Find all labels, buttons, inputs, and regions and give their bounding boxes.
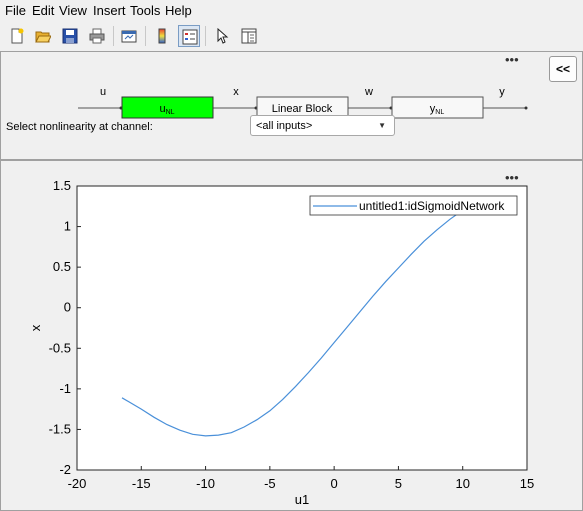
y-tick-label: -1 [59, 381, 71, 396]
x-tick-label: 0 [331, 476, 338, 491]
y-tick-label: 1.5 [53, 178, 71, 193]
x-tick-label: -10 [196, 476, 215, 491]
x-tick-label: -15 [132, 476, 151, 491]
y-axis-label: x [28, 324, 43, 331]
y-tick-label: -2 [59, 462, 71, 477]
y-tick-label: 0 [64, 300, 71, 315]
x-tick-label: 5 [395, 476, 402, 491]
legend-label: untitled1:idSigmoidNetwork [359, 199, 505, 213]
x-tick-label: 10 [455, 476, 469, 491]
x-tick-label: -20 [68, 476, 87, 491]
y-axis-ticks: 1.5 1 0.5 0 -0.5 -1 -1.5 -2 [49, 178, 81, 477]
plot-axes-box [76, 185, 528, 471]
x-axis-label: u1 [295, 492, 309, 507]
y-tick-label: -0.5 [49, 340, 71, 355]
y-tick-label: -1.5 [49, 421, 71, 436]
legend[interactable]: untitled1:idSigmoidNetwork [309, 195, 518, 216]
y-tick-label: 0.5 [53, 259, 71, 274]
x-tick-label: -5 [264, 476, 276, 491]
y-tick-label: 1 [64, 219, 71, 234]
nonlinearity-plot[interactable]: -20 -15 -10 -5 0 5 10 15 1.5 1 0.5 0 -0.5 -1 -1.5 -2 u… [0, 0, 583, 511]
x-tick-label: 15 [520, 476, 534, 491]
